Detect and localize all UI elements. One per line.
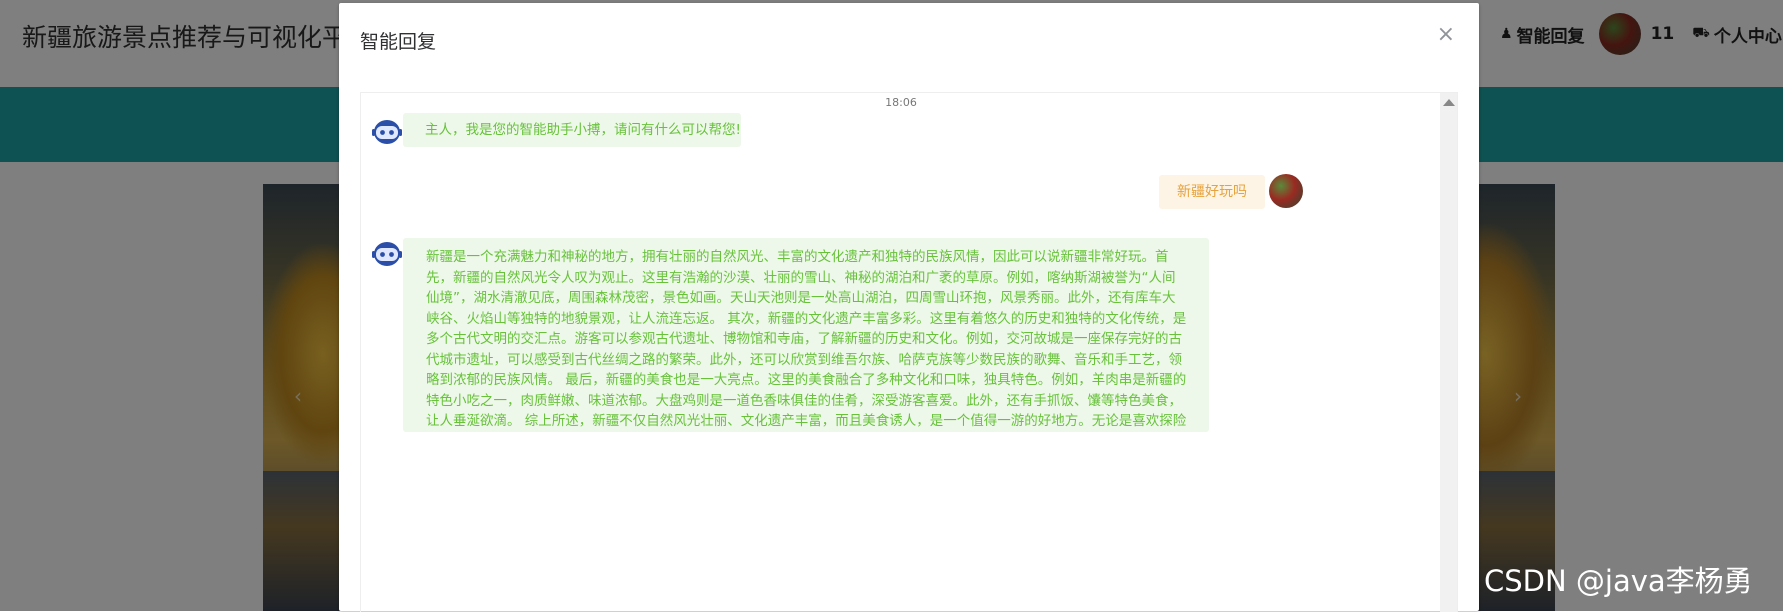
close-icon[interactable]: × xyxy=(1437,23,1455,47)
scroll-up-icon[interactable] xyxy=(1443,99,1455,106)
smart-reply-dialog: 智能回复 × 18:06 主人，我是您的智能助手小搏，请问有什么可以帮您! 新疆… xyxy=(339,3,1479,612)
dialog-title: 智能回复 xyxy=(360,31,437,53)
bot-message: 新疆是一个充满魅力和神秘的地方，拥有壮丽的自然风光、丰富的文化遗产和独特的民族风… xyxy=(403,238,1209,432)
bot-message: 主人，我是您的智能助手小搏，请问有什么可以帮您! xyxy=(403,113,741,147)
watermark: CSDN @java李杨勇 xyxy=(1484,564,1753,598)
chat-window[interactable]: 18:06 主人，我是您的智能助手小搏，请问有什么可以帮您! 新疆好玩吗 新疆是… xyxy=(360,92,1458,612)
chat-timestamp: 18:06 xyxy=(885,96,917,109)
chat-scrollbar[interactable] xyxy=(1440,93,1457,612)
avatar xyxy=(1269,174,1303,208)
robot-icon xyxy=(372,242,402,266)
robot-icon xyxy=(372,120,402,144)
user-message: 新疆好玩吗 xyxy=(1159,175,1265,209)
